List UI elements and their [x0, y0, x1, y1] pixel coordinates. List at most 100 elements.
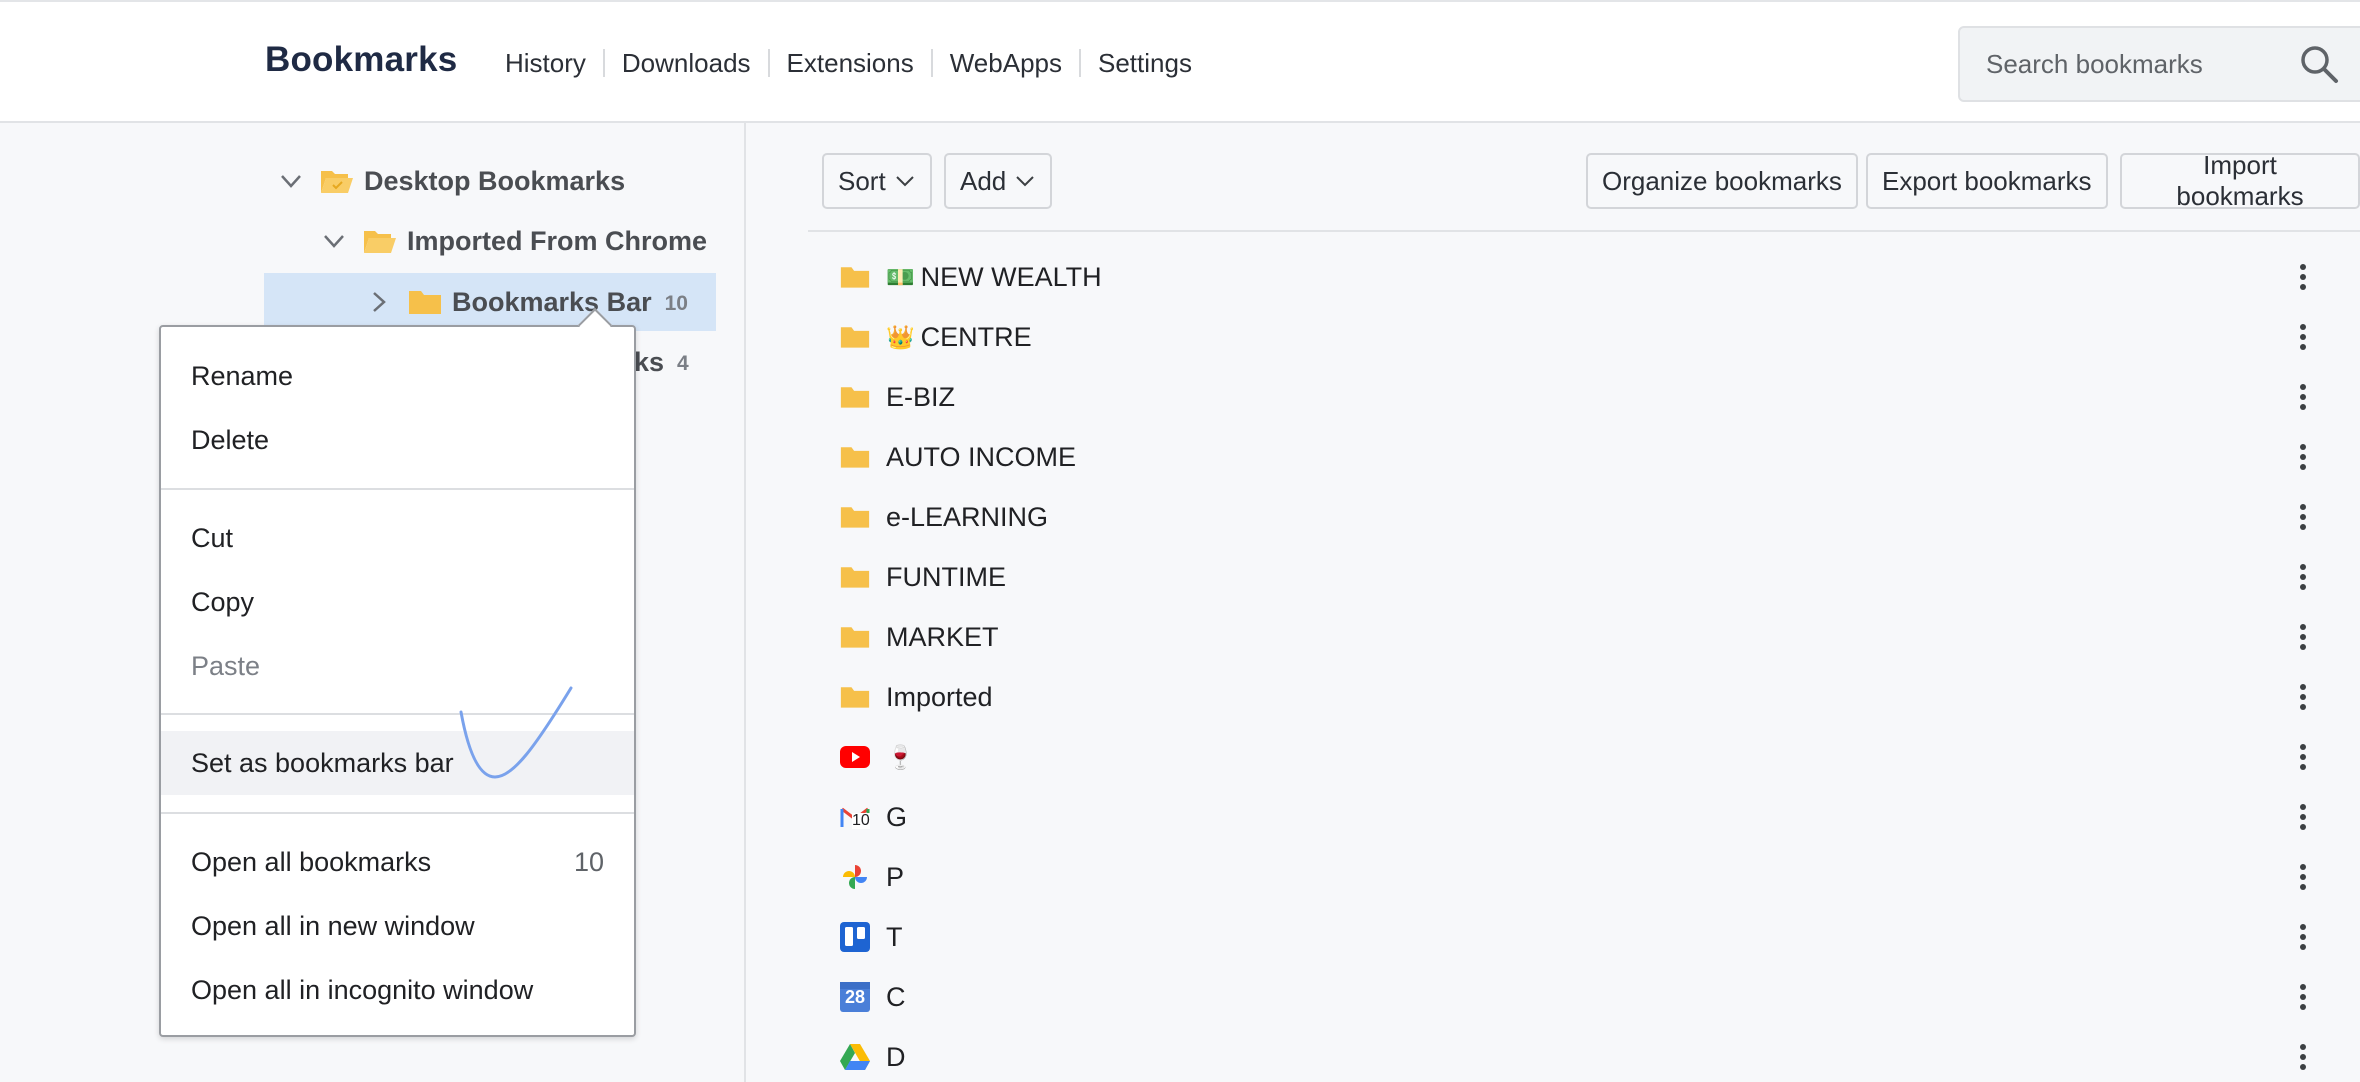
bookmark-title: P	[886, 861, 905, 892]
bookmark-row[interactable]: e-LEARNING	[838, 488, 2318, 546]
more-options-icon[interactable]	[2288, 982, 2318, 1012]
menu-label: Cut	[191, 522, 234, 553]
folder-icon	[838, 261, 872, 293]
chevron-right-icon[interactable]	[364, 287, 394, 317]
google-photos-icon	[838, 861, 872, 893]
bookmark-row[interactable]: Imported	[838, 668, 2318, 726]
open-folder-icon	[364, 231, 396, 253]
menu-open-all-new-window[interactable]: Open all in new window	[161, 897, 634, 955]
button-label: Add	[960, 165, 1007, 196]
button-label: Organize bookmarks	[1602, 165, 1842, 196]
chevron-down-icon[interactable]	[276, 166, 306, 196]
bookmarks-main-panel: Sort Add Organize bookmarks Export bookm…	[748, 123, 2360, 1082]
nav-extensions[interactable]: Extensions	[770, 46, 931, 80]
app-title: Bookmarks	[265, 40, 458, 79]
more-options-icon[interactable]	[2288, 442, 2318, 472]
more-options-icon[interactable]	[2288, 862, 2318, 892]
menu-copy[interactable]: Copy	[161, 573, 634, 631]
tree-node-count: 4	[677, 352, 689, 375]
menu-open-all-incognito[interactable]: Open all in incognito window	[161, 961, 634, 1019]
bookmark-row[interactable]: 28 C	[838, 968, 2318, 1026]
more-options-icon[interactable]	[2288, 382, 2318, 412]
top-nav: History Downloads Extensions WebApps Set…	[505, 46, 1209, 80]
menu-label: Rename	[191, 360, 294, 391]
nav-history[interactable]: History	[505, 46, 603, 80]
notification-badge: 10	[852, 812, 870, 829]
bookmark-row[interactable]: 🍷	[838, 728, 2318, 786]
import-bookmarks-button[interactable]: Import bookmarks	[2120, 150, 2360, 211]
bookmark-row[interactable]: P	[838, 848, 2318, 906]
button-label: Export bookmarks	[1882, 165, 2092, 196]
folder-icon	[838, 561, 872, 593]
toolbar-divider	[808, 230, 2360, 232]
more-options-icon[interactable]	[2288, 322, 2318, 352]
folder-context-menu: Rename Delete Cut Copy Paste Set as book…	[159, 325, 636, 1037]
organize-bookmarks-button[interactable]: Organize bookmarks	[1586, 153, 1858, 209]
menu-delete[interactable]: Delete	[161, 411, 634, 469]
tree-node-label: Imported From Chrome	[407, 225, 708, 256]
bookmark-title: T	[886, 921, 903, 952]
bookmark-row[interactable]: 10 G	[838, 788, 2318, 846]
trello-icon	[838, 921, 872, 953]
bookmark-row[interactable]: T	[838, 908, 2318, 966]
bookmark-title: MARKET	[886, 621, 999, 652]
add-dropdown[interactable]: Add	[944, 153, 1053, 209]
menu-label: Open all bookmarks	[191, 846, 432, 877]
row-emoji: 👑	[886, 323, 915, 350]
gmail-icon: 10	[838, 801, 872, 833]
bookmark-title: E-BIZ	[886, 381, 956, 412]
tree-node-partial[interactable]: ks 4	[634, 333, 689, 391]
more-options-icon[interactable]	[2288, 262, 2318, 292]
bookmark-row[interactable]: 👑 CENTRE	[838, 308, 2318, 366]
menu-label: Open all in incognito window	[191, 974, 534, 1005]
more-options-icon[interactable]	[2288, 502, 2318, 532]
nav-downloads[interactable]: Downloads	[605, 46, 768, 80]
bookmark-row[interactable]: MARKET	[838, 608, 2318, 666]
search-input[interactable]	[1960, 28, 2290, 100]
row-emoji: 💵	[886, 263, 915, 290]
tree-node-label: ks	[634, 346, 665, 377]
menu-rename[interactable]: Rename	[161, 347, 634, 405]
more-options-icon[interactable]	[2288, 1042, 2318, 1072]
bookmark-title: Imported	[886, 681, 993, 712]
bookmark-title: D	[886, 1041, 906, 1072]
sort-dropdown[interactable]: Sort	[822, 153, 932, 209]
menu-count: 10	[573, 846, 604, 877]
button-label: Sort	[838, 165, 886, 196]
more-options-icon[interactable]	[2288, 682, 2318, 712]
tree-node-imported-from-chrome[interactable]: Imported From Chrome	[319, 212, 707, 270]
export-bookmarks-button[interactable]: Export bookmarks	[1866, 153, 2108, 209]
more-options-icon[interactable]	[2288, 802, 2318, 832]
tree-node-desktop-bookmarks[interactable]: Desktop Bookmarks	[276, 152, 625, 210]
nav-webapps[interactable]: WebApps	[933, 46, 1079, 80]
bookmark-title: G	[886, 801, 908, 832]
button-label: Import bookmarks	[2176, 150, 2304, 211]
bookmark-row[interactable]: FUNTIME	[838, 548, 2318, 606]
youtube-icon	[838, 741, 872, 773]
bookmark-row[interactable]: E-BIZ	[838, 368, 2318, 426]
menu-open-all-bookmarks[interactable]: Open all bookmarks 10	[161, 833, 634, 891]
bookmark-row[interactable]: 💵 NEW WEALTH	[838, 248, 2318, 306]
menu-divider	[161, 713, 634, 715]
menu-set-as-bookmarks-bar[interactable]: Set as bookmarks bar	[161, 731, 634, 795]
folder-icon	[409, 291, 441, 314]
chevron-down-icon[interactable]	[319, 226, 349, 256]
bookmark-row[interactable]: AUTO INCOME	[838, 428, 2318, 486]
tree-node-count: 10	[664, 292, 688, 315]
menu-cut[interactable]: Cut	[161, 509, 634, 567]
folder-icon	[838, 621, 872, 653]
bookmark-title: AUTO INCOME	[886, 441, 1077, 472]
tree-node-label: Desktop Bookmarks	[364, 165, 626, 196]
folder-icon	[838, 441, 872, 473]
more-options-icon[interactable]	[2288, 922, 2318, 952]
bookmark-row[interactable]: D	[838, 1028, 2318, 1082]
more-options-icon[interactable]	[2288, 742, 2318, 772]
search-icon[interactable]	[2297, 42, 2341, 86]
folder-icon	[838, 501, 872, 533]
more-options-icon[interactable]	[2288, 562, 2318, 592]
row-emoji: 🍷	[886, 743, 915, 770]
menu-label: Set as bookmarks bar	[191, 747, 454, 778]
more-options-icon[interactable]	[2288, 622, 2318, 652]
tree-node-bookmarks-bar[interactable]: Bookmarks Bar 10	[364, 273, 688, 331]
nav-settings[interactable]: Settings	[1081, 46, 1209, 80]
